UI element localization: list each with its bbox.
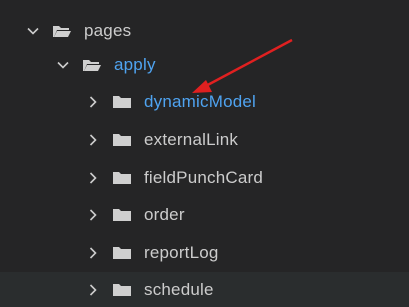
tree-item-fieldpunchcard[interactable]: fieldPunchCard	[0, 159, 409, 197]
chevron-right-icon[interactable]	[86, 208, 100, 222]
chevron-down-icon[interactable]	[56, 58, 70, 72]
folder-open-icon	[52, 23, 72, 39]
tree-item-label: schedule	[144, 279, 214, 299]
tree-item-apply[interactable]: apply	[0, 46, 409, 84]
chevron-right-icon[interactable]	[86, 246, 100, 260]
folder-icon	[112, 207, 132, 223]
tree-item-label: reportLog	[144, 243, 219, 262]
chevron-down-icon[interactable]	[26, 24, 40, 38]
file-explorer-tree: pages apply dynamicModel externalLink fi…	[0, 0, 409, 307]
tree-item-dynamicmodel[interactable]: dynamicModel	[0, 83, 409, 121]
chevron-right-icon[interactable]	[86, 95, 100, 109]
tree-item-label: externalLink	[144, 130, 239, 149]
tree-item-externallink[interactable]: externalLink	[0, 121, 409, 159]
folder-icon	[112, 170, 132, 186]
tree-item-label: pages	[84, 21, 132, 40]
folder-icon	[112, 282, 132, 298]
tree-item-label: apply	[114, 55, 156, 74]
tree-item-reportlog[interactable]: reportLog	[0, 234, 409, 272]
chevron-right-icon[interactable]	[86, 283, 100, 297]
tree-item-schedule[interactable]: schedule	[0, 272, 409, 307]
tree-item-label: fieldPunchCard	[144, 168, 264, 187]
chevron-right-icon[interactable]	[86, 171, 100, 185]
folder-icon	[112, 94, 132, 110]
chevron-right-icon[interactable]	[86, 133, 100, 147]
tree-item-label: dynamicModel	[144, 92, 257, 111]
tree-item-pages[interactable]: pages	[0, 12, 409, 50]
folder-icon	[112, 132, 132, 148]
tree-item-label: order	[144, 205, 185, 224]
folder-open-icon	[82, 57, 102, 73]
tree-item-order[interactable]: order	[0, 196, 409, 234]
folder-icon	[112, 245, 132, 261]
